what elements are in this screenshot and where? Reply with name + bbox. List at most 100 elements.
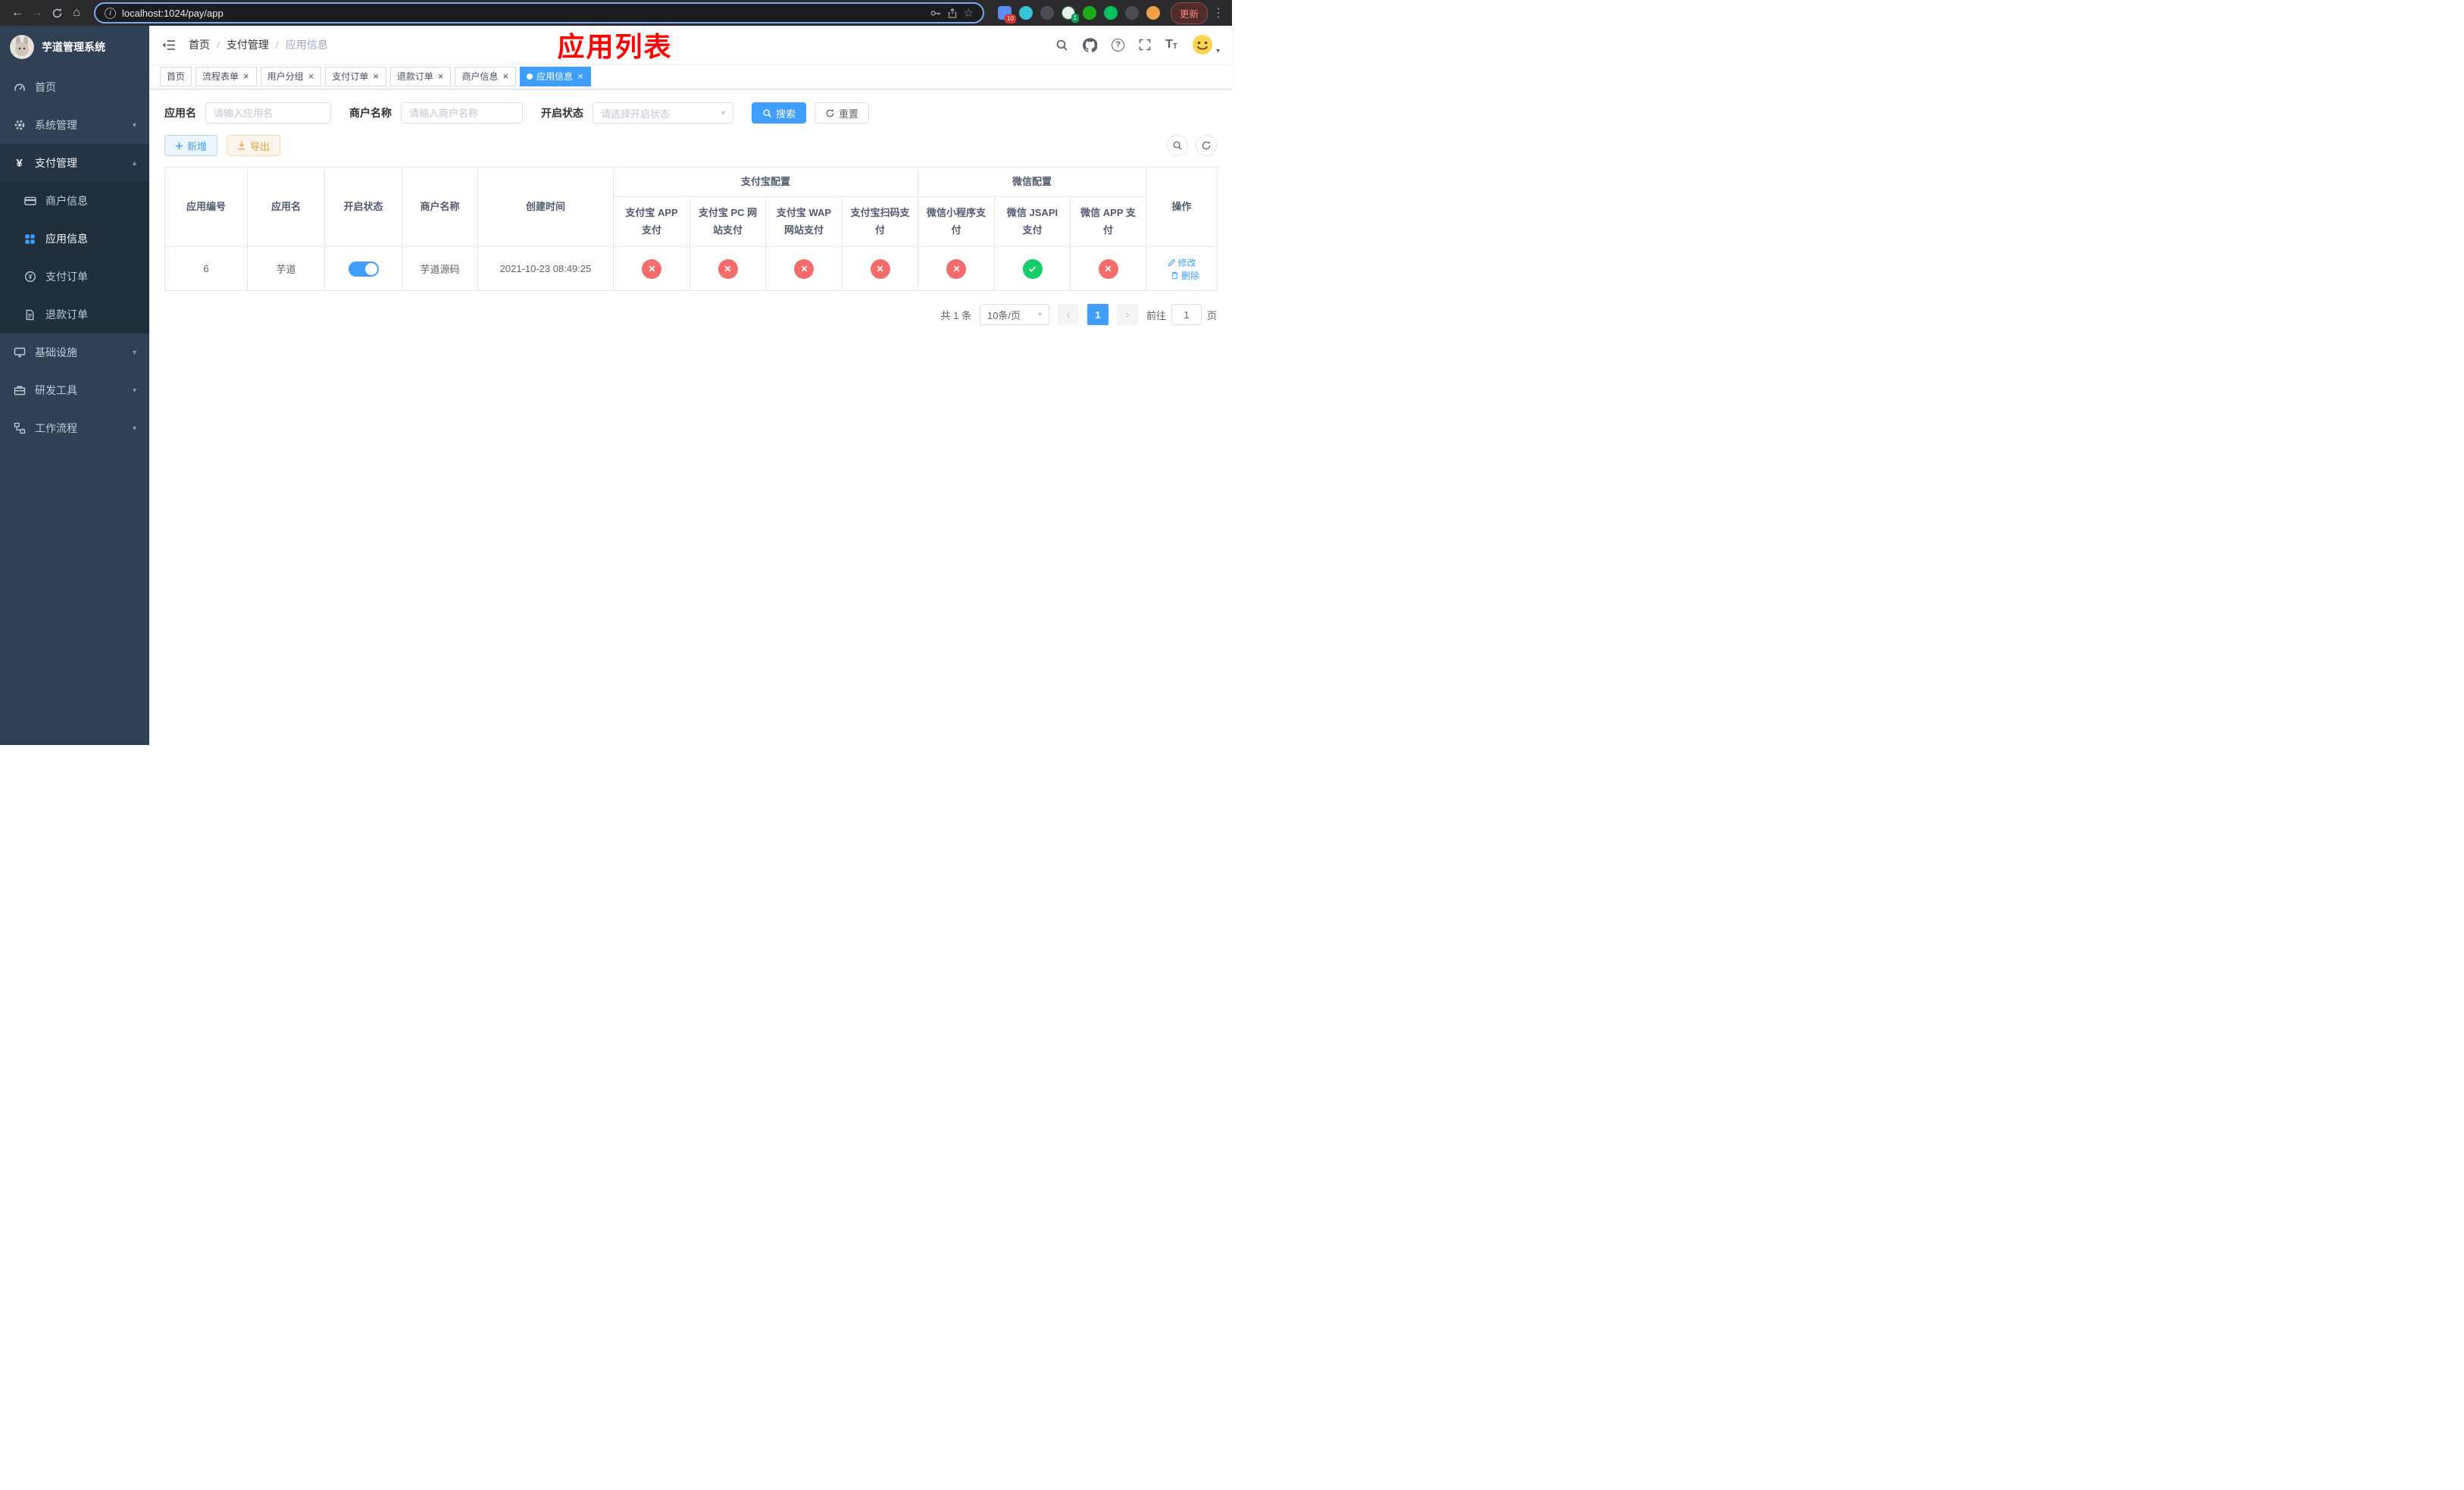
toggle-search-button[interactable] bbox=[1167, 135, 1188, 156]
extension-icon-6[interactable] bbox=[1103, 6, 1118, 20]
chevron-down-icon: ▾ bbox=[1037, 310, 1042, 319]
extension-icon-4[interactable]: 1 bbox=[1061, 6, 1079, 23]
col-alipay-pc: 支付宝 PC 网站支付 bbox=[689, 196, 766, 247]
search-icon[interactable] bbox=[1055, 39, 1068, 52]
extension-icon-2[interactable] bbox=[1018, 6, 1033, 20]
close-icon[interactable]: × bbox=[577, 71, 584, 81]
sidebar-item-label: 应用信息 bbox=[45, 233, 88, 245]
next-page-button[interactable]: › bbox=[1116, 304, 1138, 325]
chevron-up-icon: ▴ bbox=[132, 158, 136, 167]
enable-toggle[interactable] bbox=[348, 261, 379, 277]
sidebar-item-app-info[interactable]: 应用信息 bbox=[0, 220, 149, 258]
cell-alipay-wap bbox=[765, 246, 843, 291]
col-alipay-wap: 支付宝 WAP 网站支付 bbox=[765, 196, 843, 247]
col-group-alipay: 支付宝配置 bbox=[612, 167, 919, 197]
extension-icon-3[interactable] bbox=[1040, 6, 1054, 20]
col-wechat-app: 微信 APP 支付 bbox=[1070, 196, 1147, 247]
close-icon[interactable]: × bbox=[372, 71, 380, 81]
font-size-icon[interactable]: TT bbox=[1165, 39, 1177, 51]
browser-forward-icon[interactable]: → bbox=[27, 3, 47, 23]
sidebar-item-infra[interactable]: 基础设施 ▾ bbox=[0, 333, 149, 371]
browser-update-button[interactable]: 更新 bbox=[1170, 2, 1208, 24]
extension-badge: 10 bbox=[1005, 14, 1016, 23]
coin-icon bbox=[23, 271, 36, 283]
table-row: 6 芋道 芋道源码 2021-10-23 08:49:25 修改 删除 bbox=[164, 246, 1218, 291]
sidebar-item-label: 工作流程 bbox=[35, 422, 77, 434]
refresh-icon bbox=[826, 108, 834, 117]
browser-reload-icon[interactable] bbox=[47, 3, 67, 23]
reset-button[interactable]: 重置 bbox=[815, 102, 870, 124]
github-icon[interactable] bbox=[1083, 37, 1098, 52]
app-name-input[interactable] bbox=[205, 102, 331, 124]
sidebar-item-merchant-info[interactable]: 商户信息 bbox=[0, 182, 149, 220]
page-number-1[interactable]: 1 bbox=[1087, 304, 1108, 325]
status-select[interactable]: 请选择开启状态 ▾ bbox=[593, 102, 733, 124]
breadcrumb-payment[interactable]: 支付管理 bbox=[227, 37, 269, 52]
extension-pin-icon[interactable] bbox=[1124, 6, 1139, 20]
dashboard-icon bbox=[13, 81, 26, 94]
cell-wechat-jsapi bbox=[994, 246, 1071, 291]
sidebar-item-system[interactable]: 系统管理 ▾ bbox=[0, 106, 149, 144]
refresh-table-button[interactable] bbox=[1196, 135, 1217, 156]
extension-puzzle-icon[interactable]: 10 bbox=[997, 6, 1016, 23]
sidebar-item-home[interactable]: 首页 bbox=[0, 68, 149, 106]
cell-alipay-pc bbox=[689, 246, 766, 291]
delete-button[interactable]: 删除 bbox=[1171, 269, 1199, 282]
sidebar-item-refund-order[interactable]: 退款订单 bbox=[0, 296, 149, 333]
sidebar-item-payment[interactable]: ¥ 支付管理 ▴ bbox=[0, 144, 149, 182]
breadcrumb-home[interactable]: 首页 bbox=[189, 37, 210, 52]
export-button[interactable]: 导出 bbox=[227, 135, 281, 156]
toolbar: 新增 导出 bbox=[164, 135, 1217, 156]
close-icon[interactable]: × bbox=[242, 71, 250, 81]
close-icon[interactable]: × bbox=[502, 71, 509, 81]
merchant-name-input[interactable] bbox=[401, 102, 523, 124]
tab-merchant-info[interactable]: 商户信息 × bbox=[455, 66, 517, 86]
sidebar-item-label: 研发工具 bbox=[35, 384, 77, 396]
add-button[interactable]: 新增 bbox=[164, 135, 218, 156]
help-icon[interactable]: ? bbox=[1112, 38, 1125, 52]
share-icon[interactable] bbox=[947, 8, 958, 19]
search-button[interactable]: 搜索 bbox=[752, 102, 807, 124]
col-alipay-app: 支付宝 APP 支付 bbox=[613, 196, 690, 247]
tab-app-info[interactable]: 应用信息 × bbox=[520, 66, 591, 86]
extension-wechat-icon[interactable] bbox=[1082, 6, 1096, 20]
trash-icon bbox=[1171, 271, 1178, 279]
sidebar-item-label: 退款订单 bbox=[45, 308, 88, 321]
sidebar-item-devtools[interactable]: 研发工具 ▾ bbox=[0, 371, 149, 409]
browser-home-icon[interactable]: ⌂ bbox=[67, 3, 86, 23]
gear-icon bbox=[13, 119, 26, 132]
site-info-icon[interactable]: i bbox=[105, 7, 116, 19]
tab-process-form[interactable]: 流程表单 × bbox=[195, 66, 257, 86]
bookmark-star-icon[interactable]: ☆ bbox=[964, 6, 974, 20]
user-avatar[interactable]: ▾ bbox=[1192, 34, 1220, 55]
tab-user-group[interactable]: 用户分组 × bbox=[260, 66, 322, 86]
document-icon bbox=[23, 308, 36, 321]
tab-refund-order[interactable]: 退款订单 × bbox=[389, 66, 452, 86]
prev-page-button[interactable]: ‹ bbox=[1057, 304, 1079, 325]
password-key-icon[interactable] bbox=[930, 8, 941, 19]
app-logo[interactable]: 芋道管理系统 bbox=[0, 26, 149, 68]
fullscreen-icon[interactable] bbox=[1139, 39, 1151, 51]
sidebar-fold-icon[interactable] bbox=[161, 39, 176, 51]
status-icon bbox=[1022, 258, 1043, 279]
sidebar-item-label: 支付订单 bbox=[45, 271, 88, 283]
page-size-select[interactable]: 10条/页 ▾ bbox=[979, 304, 1049, 325]
profile-avatar[interactable] bbox=[1146, 6, 1160, 20]
tab-label: 应用信息 bbox=[536, 71, 574, 82]
sidebar-item-pay-order[interactable]: 支付订单 bbox=[0, 258, 149, 296]
app-table: 应用编号 应用名 开启状态 商户名称 创建时间 支付宝配置 微信配置 操作 支付… bbox=[164, 167, 1218, 291]
chevron-down-icon: ▾ bbox=[132, 348, 136, 357]
goto-page-input[interactable] bbox=[1171, 304, 1202, 325]
sidebar-item-workflow[interactable]: 工作流程 ▾ bbox=[0, 409, 149, 447]
browser-back-icon[interactable]: ← bbox=[8, 3, 27, 23]
close-icon[interactable]: × bbox=[437, 71, 445, 81]
close-icon[interactable]: × bbox=[308, 71, 315, 81]
app-title: 芋道管理系统 bbox=[42, 41, 105, 53]
edit-button[interactable]: 修改 bbox=[1168, 256, 1196, 269]
address-bar[interactable]: i localhost:1024/pay/app ☆ bbox=[94, 2, 984, 23]
browser-menu-icon[interactable]: ⋮ bbox=[1212, 5, 1224, 20]
avatar-image bbox=[1192, 35, 1212, 55]
col-group-wechat: 微信配置 bbox=[918, 167, 1147, 197]
tab-home[interactable]: 首页 bbox=[160, 66, 192, 86]
tab-pay-order[interactable]: 支付订单 × bbox=[325, 66, 386, 86]
